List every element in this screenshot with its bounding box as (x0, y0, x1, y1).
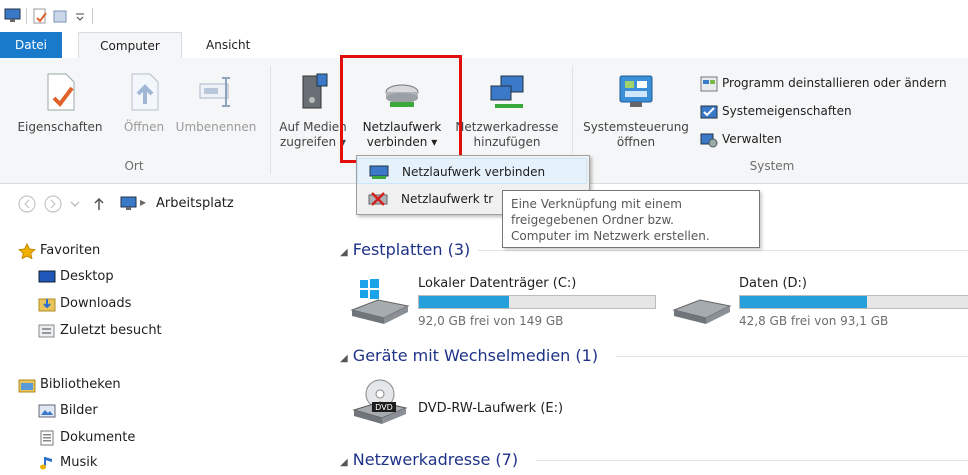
quick-access-toolbar (0, 0, 968, 32)
drive-d-free: 42,8 GB frei von 93,1 GB (739, 314, 889, 328)
nav-desktop[interactable]: Desktop (38, 266, 114, 288)
tooltip: Eine Verknüpfung mit einem freigegebenen… (502, 190, 760, 248)
nav-pictures[interactable]: Bilder (38, 400, 98, 422)
manage-icon (700, 133, 718, 147)
downloads-folder-icon (38, 298, 56, 312)
rename-button[interactable]: Umbenennen (168, 72, 264, 135)
network-drive-icon (369, 165, 389, 179)
group-separator (270, 66, 271, 174)
group-label-system: System (749, 159, 795, 173)
nav-music[interactable]: Musik (40, 452, 97, 474)
system-properties-icon (700, 105, 718, 118)
up-icon[interactable] (92, 196, 106, 212)
network-location-icon (490, 75, 524, 108)
collapse-arrow-icon: ◢ (340, 247, 348, 258)
drive-d-usage-fill (740, 296, 868, 308)
open-button[interactable]: Öffnen (114, 72, 174, 135)
tab-computer[interactable]: Computer (78, 32, 182, 59)
programs-icon (700, 76, 718, 91)
rename-icon (199, 77, 230, 107)
nav-recent[interactable]: Zuletzt besucht (38, 320, 162, 342)
drive-e-name: DVD-RW-Laufwerk (E:) (418, 401, 564, 416)
manage-button[interactable]: Verwalten (700, 128, 782, 150)
hard-drive-icon (672, 299, 732, 324)
drive-c-name: Lokaler Datenträger (C:) (418, 276, 577, 291)
windows-drive-icon (350, 279, 410, 324)
drive-c-usage-fill (419, 296, 509, 308)
recent-places-icon (38, 324, 55, 338)
menu-item-map-network-drive[interactable]: Netzlaufwerk verbinden (357, 158, 587, 184)
dvd-drive-icon: DVD (352, 379, 408, 424)
libraries-icon (18, 379, 36, 393)
star-icon (18, 243, 36, 259)
nav-favorites[interactable]: Favoriten (18, 240, 100, 262)
back-icon[interactable] (18, 195, 36, 213)
control-panel-button[interactable]: Systemsteuerung öffnen (576, 72, 696, 150)
properties-icon[interactable] (32, 8, 48, 24)
pictures-icon (38, 404, 56, 418)
disconnect-drive-icon (368, 192, 388, 206)
drive-c-usage-bar (418, 295, 656, 309)
collapse-arrow-icon: ◢ (340, 353, 348, 364)
control-panel-icon (619, 75, 653, 107)
properties-button[interactable]: Eigenschaften (4, 72, 116, 135)
customize-toolbar-icon[interactable] (74, 8, 86, 24)
drive-d-usage-bar (739, 295, 968, 309)
address-location[interactable]: Arbeitsplatz (156, 196, 234, 211)
computer-icon[interactable] (4, 8, 22, 24)
add-network-location-button[interactable]: Netzwerkadresse hinzufügen (452, 72, 562, 150)
forward-icon[interactable] (44, 195, 62, 213)
collapse-arrow-icon: ◢ (340, 457, 348, 468)
section-header-network[interactable]: ◢ Netzwerkadresse (7) (340, 448, 968, 472)
nav-libraries[interactable]: Bibliotheken (18, 374, 121, 396)
properties-icon (47, 73, 75, 111)
documents-icon (40, 430, 54, 446)
nav-downloads[interactable]: Downloads (38, 293, 131, 315)
section-header-hdd[interactable]: ◢ Festplatten (3) (340, 238, 968, 262)
highlight-frame (340, 55, 462, 163)
group-label-ort: Ort (124, 159, 144, 173)
new-folder-icon[interactable] (52, 8, 68, 24)
uninstall-program-button[interactable]: Programm deinstallieren oder ändern (700, 72, 947, 94)
recent-locations-icon[interactable] (70, 200, 80, 208)
computer-icon (120, 196, 137, 210)
chevron-right-icon: ▸ (140, 195, 147, 209)
ribbon-tabs: Datei Computer Ansicht (0, 32, 968, 59)
desktop-icon (38, 270, 56, 283)
open-icon (131, 73, 159, 111)
nav-documents[interactable]: Dokumente (40, 427, 135, 449)
drive-c-free: 92,0 GB frei von 149 GB (418, 314, 564, 328)
tab-file[interactable]: Datei (0, 32, 62, 58)
media-server-icon (302, 73, 328, 109)
drive-d-name: Daten (D:) (739, 276, 807, 291)
svg-text:DVD: DVD (375, 403, 393, 412)
tab-view[interactable]: Ansicht (194, 32, 262, 58)
section-header-removable[interactable]: ◢ Geräte mit Wechselmedien (1) (340, 344, 968, 368)
system-properties-button[interactable]: Systemeigenschaften (700, 100, 852, 122)
music-icon (40, 457, 52, 470)
